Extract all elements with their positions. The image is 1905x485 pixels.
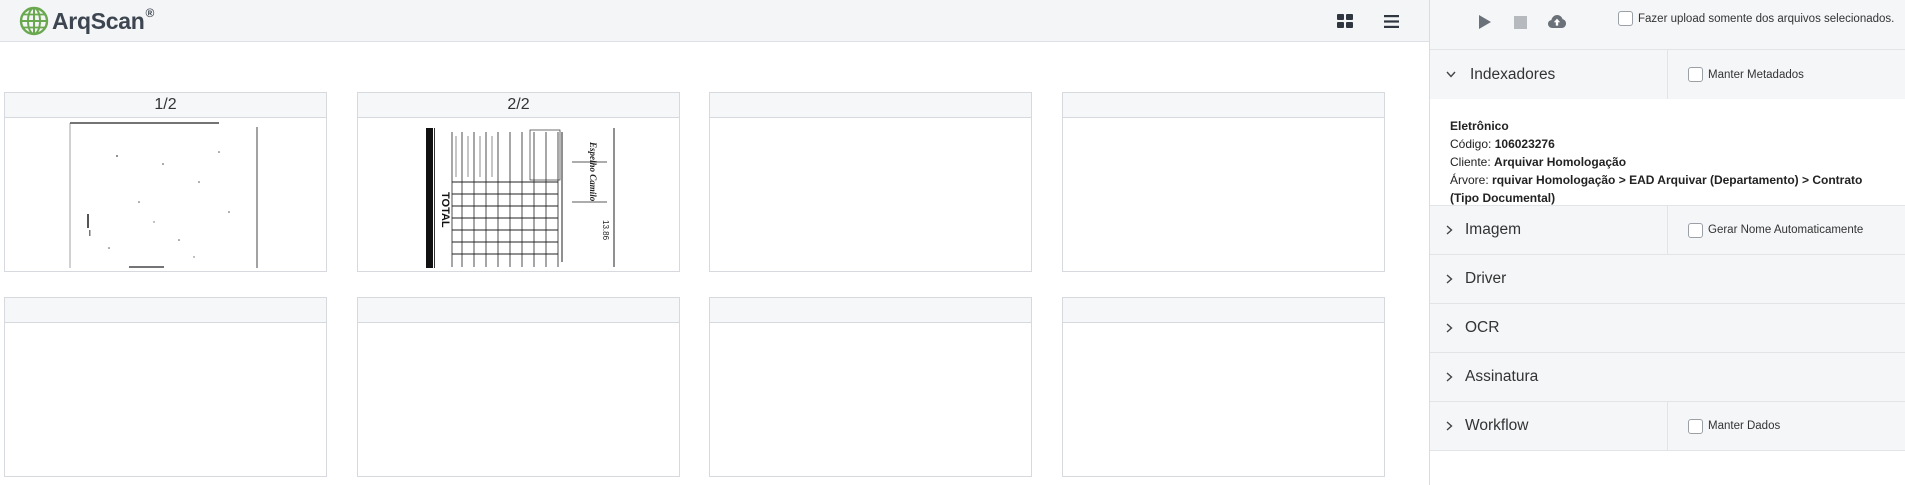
upload-selected-only-option[interactable]: Fazer upload somente dos arquivos seleci… [1618, 11, 1894, 26]
accordion-driver: Driver [1430, 255, 1905, 304]
globe-logo-icon [19, 6, 49, 36]
logo: ArqScan ® [19, 5, 154, 37]
svg-text:13.86: 13.86 [601, 220, 610, 241]
svg-text:Espelho Camilo: Espelho Camilo [588, 141, 598, 202]
page-card-label [1063, 93, 1384, 118]
chevron-right-icon [1446, 353, 1453, 401]
page-thumbnail-area [5, 323, 326, 476]
stop-scan-button[interactable] [1508, 12, 1532, 32]
codigo-value: 106023276 [1494, 137, 1555, 151]
page-card-label: 2/2 [358, 93, 679, 118]
scanned-page-thumbnail[interactable]: TOTAL Espelho Camilo 13.86 [422, 122, 616, 269]
manter-dados-option[interactable]: Manter Dados [1667, 402, 1780, 450]
play-icon [1479, 15, 1491, 29]
page-card[interactable]: 2/2 TOTAL Espelho Camilo 13.86 [357, 92, 680, 272]
ocr-title: OCR [1465, 319, 1500, 336]
settings-panel: Fazer upload somente dos arquivos seleci… [1429, 0, 1905, 485]
codigo-label: Código: [1450, 137, 1492, 151]
page-card-label [5, 298, 326, 323]
page-card[interactable]: 1/2 [4, 92, 327, 272]
logo-registered-mark: ® [145, 6, 155, 20]
indexadores-header[interactable]: Indexadores Manter Metadados [1430, 50, 1905, 99]
indexadores-title: Indexadores [1470, 65, 1556, 83]
manter-metadados-option[interactable]: Manter Metadados [1667, 50, 1804, 99]
svg-text:TOTAL: TOTAL [439, 192, 451, 228]
arvore-value: rquivar Homologação > EAD Arquivar (Depa… [1450, 173, 1863, 205]
gerar-nome-label: Gerar Nome Automaticamente [1708, 224, 1864, 236]
imagem-title: Imagem [1465, 221, 1521, 238]
chevron-right-icon [1446, 402, 1453, 450]
driver-title: Driver [1465, 270, 1507, 287]
cliente-value: Arquivar Homologação [1494, 155, 1627, 169]
driver-header[interactable]: Driver [1430, 255, 1905, 303]
upload-selected-label: Fazer upload somente dos arquivos seleci… [1638, 12, 1895, 25]
page-card-label [358, 298, 679, 323]
page-thumbnail-area: TOTAL Espelho Camilo 13.86 [358, 118, 679, 271]
page-card-label [1063, 298, 1384, 323]
main-area: ArqScan ® 1/2 2/2 TOTAL Espelho Camilo 1… [0, 0, 1429, 485]
top-bar: ArqScan ® [0, 0, 1429, 42]
page-thumbnail-area [1063, 323, 1384, 476]
scanned-page-thumbnail[interactable] [69, 122, 262, 269]
grid-view-icon [1337, 14, 1353, 28]
page-card-label [710, 298, 1031, 323]
grid-view-button[interactable] [1334, 11, 1356, 31]
gerar-nome-checkbox[interactable] [1688, 222, 1703, 238]
page-thumbnail-area [710, 118, 1031, 271]
chevron-down-icon [1446, 50, 1456, 99]
list-view-icon [1383, 14, 1399, 28]
stop-icon [1513, 15, 1527, 29]
page-thumbnail-area [5, 118, 326, 271]
accordion-workflow: Workflow Manter Dados [1430, 402, 1905, 451]
gerar-nome-option[interactable]: Gerar Nome Automaticamente [1667, 206, 1863, 254]
accordion-ocr: OCR [1430, 304, 1905, 353]
page-thumbnail-area [358, 323, 679, 476]
cliente-label: Cliente: [1450, 155, 1491, 169]
manter-metadados-label: Manter Metadados [1708, 68, 1804, 81]
workflow-header[interactable]: Workflow Manter Dados [1430, 402, 1905, 450]
page-card-label: 1/2 [5, 93, 326, 118]
assinatura-header[interactable]: Assinatura [1430, 353, 1905, 401]
manter-metadados-checkbox[interactable] [1688, 67, 1703, 82]
accordion-imagem: Imagem Gerar Nome Automaticamente [1430, 206, 1905, 255]
page-card[interactable] [709, 92, 1032, 272]
chevron-right-icon [1446, 304, 1453, 352]
list-view-button[interactable] [1380, 11, 1402, 31]
page-card[interactable] [709, 297, 1032, 477]
page-card[interactable] [357, 297, 680, 477]
accordion-indexadores: Indexadores Manter Metadados [1430, 50, 1905, 100]
assinatura-title: Assinatura [1465, 368, 1539, 385]
workflow-title: Workflow [1465, 417, 1529, 434]
chevron-right-icon [1446, 255, 1453, 303]
logo-text: ArqScan [52, 7, 145, 34]
chevron-right-icon [1446, 206, 1453, 254]
accordion-assinatura: Assinatura [1430, 353, 1905, 402]
upload-button[interactable] [1545, 12, 1569, 32]
scan-toolbar: Fazer upload somente dos arquivos seleci… [1430, 0, 1905, 50]
page-thumbnail-area [710, 323, 1031, 476]
manter-dados-checkbox[interactable] [1688, 418, 1703, 434]
manter-dados-label: Manter Dados [1708, 420, 1781, 432]
page-card[interactable] [1062, 297, 1385, 477]
page-card[interactable] [4, 297, 327, 477]
page-card-label [710, 93, 1031, 118]
arqscan-app: ArqScan ® 1/2 2/2 TOTAL Espelho Camilo 1… [0, 0, 1905, 485]
page-card[interactable] [1062, 92, 1385, 272]
document-type: Eletrônico [1450, 119, 1509, 133]
arvore-label: Árvore: [1450, 173, 1489, 187]
imagem-header[interactable]: Imagem Gerar Nome Automaticamente [1430, 206, 1905, 254]
upload-selected-checkbox[interactable] [1618, 11, 1633, 26]
indexadores-details: Eletrônico Código: 106023276 Cliente: Ar… [1430, 99, 1905, 206]
start-scan-button[interactable] [1473, 12, 1497, 32]
cloud-upload-icon [1548, 15, 1566, 28]
ocr-header[interactable]: OCR [1430, 304, 1905, 352]
page-thumbnail-area [1063, 118, 1384, 271]
